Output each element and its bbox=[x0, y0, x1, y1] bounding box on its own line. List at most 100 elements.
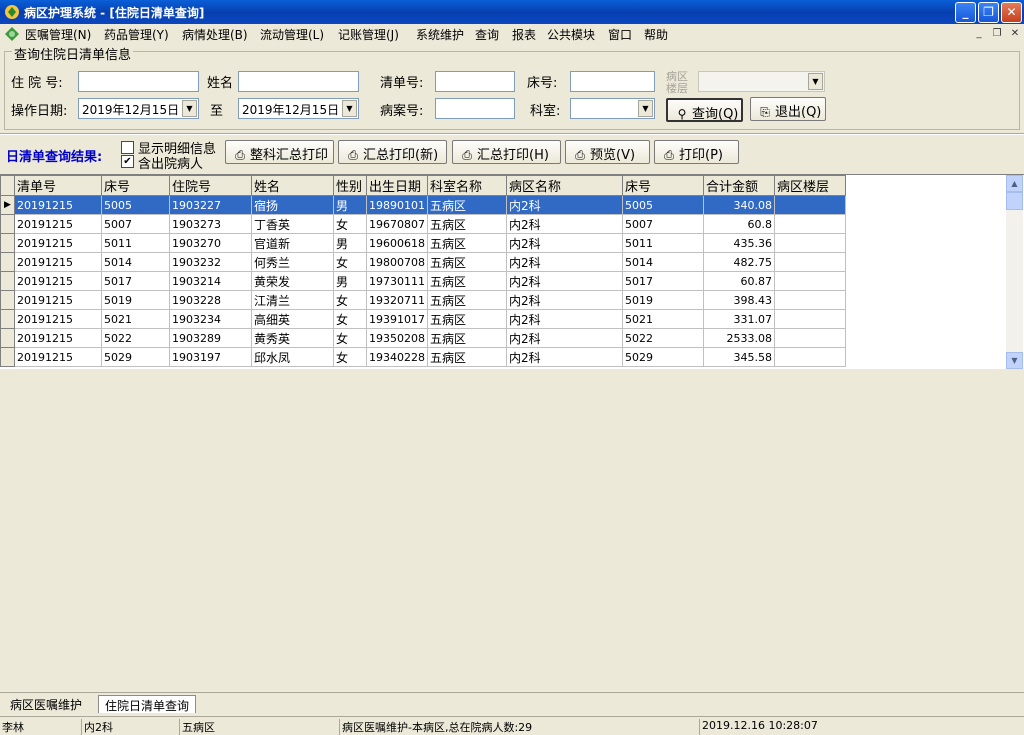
cell-gender[interactable]: 女 bbox=[333, 290, 367, 310]
cell-birth-date[interactable]: 19800708 bbox=[366, 252, 428, 272]
cell-gender[interactable]: 男 bbox=[333, 233, 367, 253]
col-admission-no[interactable]: 住院号 bbox=[169, 175, 252, 196]
cell-ward-floor[interactable] bbox=[774, 347, 846, 367]
cell-ward-name[interactable]: 内2科 bbox=[506, 309, 623, 329]
cell-name[interactable]: 邱水凤 bbox=[251, 347, 334, 367]
cell-bed-no-2[interactable]: 5007 bbox=[622, 214, 704, 234]
cell-birth-date[interactable]: 19670807 bbox=[366, 214, 428, 234]
print-button[interactable]: ⎙ 打印(P) bbox=[654, 140, 739, 164]
cell-dept-name[interactable]: 五病区 bbox=[427, 290, 507, 310]
cell-bed-no[interactable]: 5019 bbox=[101, 290, 170, 310]
cell-bill-no[interactable]: 20191215 bbox=[14, 233, 102, 253]
name-input[interactable] bbox=[238, 71, 359, 92]
cell-bill-no[interactable]: 20191215 bbox=[14, 347, 102, 367]
bed-no-input[interactable] bbox=[570, 71, 655, 92]
row-header[interactable] bbox=[0, 271, 15, 291]
cell-gender[interactable]: 男 bbox=[333, 195, 367, 215]
row-header[interactable] bbox=[0, 252, 15, 272]
cell-dept-name[interactable]: 五病区 bbox=[427, 328, 507, 348]
col-name[interactable]: 姓名 bbox=[251, 175, 334, 196]
cell-birth-date[interactable]: 19320711 bbox=[366, 290, 428, 310]
col-birth-date[interactable]: 出生日期 bbox=[366, 175, 428, 196]
cell-bill-no[interactable]: 20191215 bbox=[14, 195, 102, 215]
mdi-minimize-button[interactable]: _ bbox=[972, 27, 986, 41]
tab-ward-orders[interactable]: 病区医嘱维护 bbox=[4, 695, 88, 713]
date-to-picker[interactable]: 2019年12月15日 ▼ bbox=[238, 98, 359, 119]
table-row[interactable]: 20191215 5007 1903273 丁香英女 19670807 五病区 内2科 500… bbox=[0, 214, 846, 234]
cell-gender[interactable]: 男 bbox=[333, 271, 367, 291]
table-row[interactable]: 20191215 5017 1903214 黄荣发男 19730111 五病区 内2科 501… bbox=[0, 271, 846, 291]
cell-admission-no[interactable]: 1903214 bbox=[169, 271, 252, 291]
cell-admission-no[interactable]: 1903289 bbox=[169, 328, 252, 348]
chevron-down-icon[interactable]: ▼ bbox=[638, 100, 653, 117]
table-row[interactable]: 20191215 5011 1903270 官道新男 19600618 五病区 内2科 501… bbox=[0, 233, 846, 253]
cell-dept-name[interactable]: 五病区 bbox=[427, 309, 507, 329]
include-discharged-label[interactable]: 含出院病人 bbox=[138, 153, 203, 172]
cell-name[interactable]: 黄秀英 bbox=[251, 328, 334, 348]
cell-admission-no[interactable]: 1903228 bbox=[169, 290, 252, 310]
admission-no-input[interactable] bbox=[78, 71, 199, 92]
cell-ward-floor[interactable] bbox=[774, 233, 846, 253]
cell-ward-name[interactable]: 内2科 bbox=[506, 195, 623, 215]
cell-ward-floor[interactable] bbox=[774, 271, 846, 291]
cell-birth-date[interactable]: 19890101 bbox=[366, 195, 428, 215]
vertical-scrollbar[interactable]: ▲ ▼ bbox=[1006, 175, 1023, 369]
menu-orders[interactable]: 医嘱管理(N) bbox=[25, 26, 91, 43]
cell-total-amount[interactable]: 482.75 bbox=[703, 252, 775, 272]
col-bill-no[interactable]: 清单号 bbox=[14, 175, 102, 196]
cell-total-amount[interactable]: 435.36 bbox=[703, 233, 775, 253]
scroll-thumb[interactable] bbox=[1006, 192, 1023, 210]
col-bed-no[interactable]: 床号 bbox=[101, 175, 170, 196]
scroll-down-icon[interactable]: ▼ bbox=[1006, 352, 1023, 369]
search-button[interactable]: ⚲ 查询(Q) bbox=[666, 98, 743, 122]
cell-ward-name[interactable]: 内2科 bbox=[506, 233, 623, 253]
table-row[interactable]: 20191215 5019 1903228 江清兰女 19320711 五病区 内2科 501… bbox=[0, 290, 846, 310]
cell-bill-no[interactable]: 20191215 bbox=[14, 214, 102, 234]
cell-ward-name[interactable]: 内2科 bbox=[506, 328, 623, 348]
chevron-down-icon[interactable]: ▼ bbox=[342, 100, 357, 117]
cell-gender[interactable]: 女 bbox=[333, 309, 367, 329]
cell-birth-date[interactable]: 19391017 bbox=[366, 309, 428, 329]
cell-bill-no[interactable]: 20191215 bbox=[14, 252, 102, 272]
cell-total-amount[interactable]: 340.08 bbox=[703, 195, 775, 215]
cell-ward-floor[interactable] bbox=[774, 195, 846, 215]
menu-system[interactable]: 系统维护 bbox=[416, 26, 464, 43]
cell-ward-floor[interactable] bbox=[774, 328, 846, 348]
table-row[interactable]: 20191215 5022 1903289 黄秀英女 19350208 五病区 内2科 502… bbox=[0, 328, 846, 348]
cell-total-amount[interactable]: 345.58 bbox=[703, 347, 775, 367]
cell-bed-no[interactable]: 5022 bbox=[101, 328, 170, 348]
cell-gender[interactable]: 女 bbox=[333, 347, 367, 367]
cell-ward-name[interactable]: 内2科 bbox=[506, 290, 623, 310]
cell-gender[interactable]: 女 bbox=[333, 214, 367, 234]
row-header[interactable] bbox=[0, 233, 15, 253]
cell-dept-name[interactable]: 五病区 bbox=[427, 233, 507, 253]
cell-dept-name[interactable]: 五病区 bbox=[427, 214, 507, 234]
cell-total-amount[interactable]: 331.07 bbox=[703, 309, 775, 329]
bill-no-input[interactable] bbox=[435, 71, 515, 92]
row-header[interactable] bbox=[0, 290, 15, 310]
menu-window[interactable]: 窗口 bbox=[608, 26, 632, 43]
cell-bed-no[interactable]: 5017 bbox=[101, 271, 170, 291]
cell-dept-name[interactable]: 五病区 bbox=[427, 347, 507, 367]
row-header[interactable] bbox=[0, 214, 15, 234]
menu-transfer[interactable]: 流动管理(L) bbox=[260, 26, 324, 43]
cell-name[interactable]: 丁香英 bbox=[251, 214, 334, 234]
cell-bed-no-2[interactable]: 5021 bbox=[622, 309, 704, 329]
date-from-picker[interactable]: 2019年12月15日 ▼ bbox=[78, 98, 199, 119]
row-header[interactable] bbox=[0, 309, 15, 329]
col-ward-name[interactable]: 病区名称 bbox=[506, 175, 623, 196]
cell-ward-name[interactable]: 内2科 bbox=[506, 214, 623, 234]
cell-bed-no[interactable]: 5014 bbox=[101, 252, 170, 272]
col-gender[interactable]: 性别 bbox=[333, 175, 367, 196]
cell-gender[interactable]: 女 bbox=[333, 328, 367, 348]
cell-name[interactable]: 官道新 bbox=[251, 233, 334, 253]
cell-total-amount[interactable]: 60.87 bbox=[703, 271, 775, 291]
cell-bill-no[interactable]: 20191215 bbox=[14, 271, 102, 291]
cell-bed-no-2[interactable]: 5014 bbox=[622, 252, 704, 272]
table-row[interactable]: ▶ 20191215 5005 1903227 宿扬男 19890101 五病区 内2科 500… bbox=[0, 195, 846, 215]
menu-billing[interactable]: 记账管理(J) bbox=[338, 26, 399, 43]
cell-dept-name[interactable]: 五病区 bbox=[427, 271, 507, 291]
col-ward-floor[interactable]: 病区楼层 bbox=[774, 175, 846, 196]
cell-admission-no[interactable]: 1903270 bbox=[169, 233, 252, 253]
cell-name[interactable]: 宿扬 bbox=[251, 195, 334, 215]
